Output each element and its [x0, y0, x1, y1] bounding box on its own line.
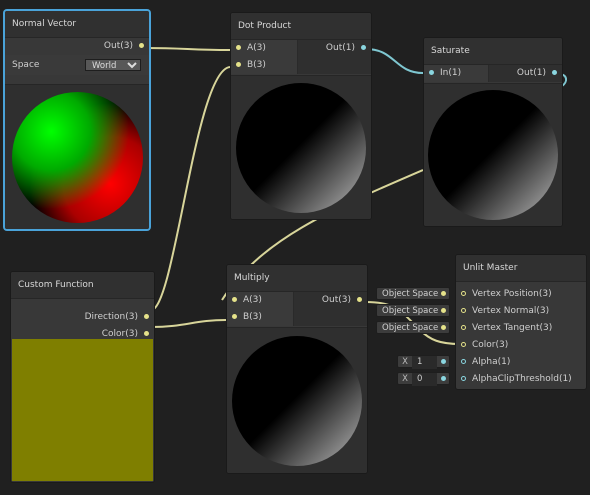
ports-row: A(3) B(3) Out(1) — [231, 40, 371, 74]
wire-direction-to-dot-b — [150, 66, 231, 311]
color-preview — [12, 339, 153, 481]
node-normal-vector[interactable]: Normal Vector Out(3) Space World — [4, 10, 150, 230]
ports-row: A(3) B(3) Out(3) — [227, 292, 367, 326]
port-out[interactable]: Out(1) — [298, 40, 371, 57]
outputs: Out(1) — [298, 40, 371, 74]
node-multiply[interactable]: Multiply A(3) B(3) Out(3) — [226, 264, 368, 474]
preview — [5, 84, 149, 229]
wire-dot-out-to-saturate — [365, 48, 424, 74]
preview-sphere — [232, 336, 362, 466]
node-saturate[interactable]: Saturate In(1) Out(1) — [423, 37, 563, 227]
port-a[interactable]: A(3) — [231, 40, 297, 57]
preview — [424, 83, 562, 226]
port-vertex-normal[interactable]: Vertex Normal(3) — [456, 303, 586, 320]
inputs: A(3) B(3) — [231, 40, 298, 74]
node-dot-product[interactable]: Dot Product A(3) B(3) Out(1) — [230, 12, 372, 220]
ports-row: In(1) Out(1) — [424, 65, 562, 82]
port-dot[interactable] — [139, 43, 144, 48]
node-title: Multiply — [227, 265, 367, 292]
port-color[interactable]: Color(3) — [456, 337, 586, 354]
port-direction[interactable]: Direction(3) — [11, 309, 154, 326]
space-dropdown[interactable]: World — [85, 59, 141, 71]
port-b[interactable]: B(3) — [231, 57, 297, 74]
wire-normal-to-dot-a — [144, 47, 231, 51]
port-out[interactable]: Out(3) — [5, 38, 149, 55]
space-row: Space World — [5, 55, 149, 75]
preview — [227, 327, 367, 473]
port-out[interactable]: Out(1) — [489, 65, 562, 82]
inputs: A(3) B(3) — [227, 292, 294, 326]
port-vertex-position[interactable]: Vertex Position(3) — [456, 286, 586, 303]
node-title: Saturate — [424, 38, 562, 65]
outputs: Out(1) — [489, 65, 562, 82]
node-unlit-master[interactable]: Unlit Master Vertex Position(3) Vertex N… — [455, 254, 587, 390]
preview-sphere — [236, 83, 366, 213]
port-in[interactable]: In(1) — [424, 65, 488, 82]
port-a[interactable]: A(3) — [227, 292, 293, 309]
inputs: In(1) — [424, 65, 489, 82]
port-vertex-tangent[interactable]: Vertex Tangent(3) — [456, 320, 586, 337]
node-title: Unlit Master — [456, 255, 586, 282]
normal-sphere — [12, 92, 143, 223]
clip-value-field[interactable]: X0 — [397, 372, 450, 386]
port-out[interactable]: Out(3) — [294, 292, 367, 309]
port-alpha-clip[interactable]: AlphaClipThreshold(1) — [456, 371, 586, 388]
port-b[interactable]: B(3) — [227, 309, 293, 326]
port-alpha[interactable]: Alpha(1) — [456, 354, 586, 371]
space-label: Space — [12, 60, 40, 70]
space-chip-vertex-position[interactable]: Object Space — [376, 287, 450, 300]
node-title: Normal Vector — [5, 11, 149, 38]
node-title: Custom Function — [11, 272, 154, 299]
outputs: Out(3) — [294, 292, 367, 326]
alpha-value-field[interactable]: X1 — [397, 355, 450, 369]
preview-sphere — [428, 90, 558, 220]
space-chip-vertex-normal[interactable]: Object Space — [376, 304, 450, 317]
node-custom-function[interactable]: Custom Function Direction(3) Color(3) — [10, 271, 155, 483]
preview — [231, 75, 371, 219]
node-title: Dot Product — [231, 13, 371, 40]
space-chip-vertex-tangent[interactable]: Object Space — [376, 321, 450, 334]
wire-color-to-multiply-b — [150, 319, 227, 328]
